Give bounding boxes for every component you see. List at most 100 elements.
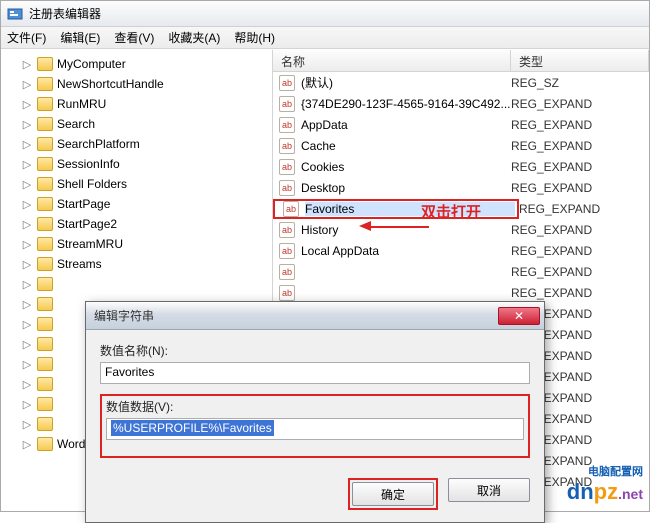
row-type: REG_EXPAND <box>511 265 592 279</box>
folder-icon <box>37 277 53 291</box>
tree-label: RunMRU <box>57 97 106 111</box>
string-value-icon: ab <box>279 285 295 301</box>
ok-highlight: 确定 <box>348 478 438 510</box>
value-data-highlight: 数值数据(V): %USERPROFILE%\Favorites <box>100 394 530 458</box>
expand-icon[interactable]: ▷ <box>21 358 33 371</box>
tree-item[interactable]: ▷ Search <box>1 114 272 134</box>
tree-item[interactable]: ▷ SessionInfo <box>1 154 272 174</box>
tree-label: NewShortcutHandle <box>57 77 164 91</box>
string-value-icon: ab <box>279 117 295 133</box>
folder-icon <box>37 377 53 391</box>
col-name[interactable]: 名称 <box>273 50 511 71</box>
col-type[interactable]: 类型 <box>511 50 649 71</box>
tree-item[interactable]: ▷ <box>1 274 272 294</box>
menu-view[interactable]: 查看(V) <box>114 29 154 46</box>
expand-icon[interactable]: ▷ <box>21 98 33 111</box>
expand-icon[interactable]: ▷ <box>21 218 33 231</box>
expand-icon[interactable]: ▷ <box>21 118 33 131</box>
tree-label: Shell Folders <box>57 177 127 191</box>
expand-icon[interactable]: ▷ <box>21 278 33 291</box>
menu-file[interactable]: 文件(F) <box>7 29 46 46</box>
list-row[interactable]: ab{374DE290-123F-4565-9164-39C492...REG_… <box>273 93 649 114</box>
expand-icon[interactable]: ▷ <box>21 418 33 431</box>
folder-icon <box>37 177 53 191</box>
string-value-icon: ab <box>279 243 295 259</box>
row-name: (默认) <box>301 74 511 91</box>
folder-icon <box>37 337 53 351</box>
expand-icon[interactable]: ▷ <box>21 238 33 251</box>
row-type: REG_EXPAND <box>511 286 592 300</box>
tree-item[interactable]: ▷ SearchPlatform <box>1 134 272 154</box>
row-type: REG_SZ <box>511 76 559 90</box>
window-titlebar: 注册表编辑器 <box>1 1 649 27</box>
tree-item[interactable]: ▷Streams <box>1 254 272 274</box>
tree-label: SearchPlatform <box>57 137 140 151</box>
list-row[interactable]: abCacheREG_EXPAND <box>273 135 649 156</box>
expand-icon[interactable]: ▷ <box>21 178 33 191</box>
ok-button[interactable]: 确定 <box>352 482 434 506</box>
cancel-button[interactable]: 取消 <box>448 478 530 502</box>
folder-icon <box>37 317 53 331</box>
folder-icon <box>37 437 53 451</box>
row-type: REG_EXPAND <box>511 97 592 111</box>
tree-item[interactable]: ▷ NewShortcutHandle <box>1 74 272 94</box>
dialog-buttons: 确定 取消 <box>86 472 544 522</box>
tree-item[interactable]: ▷ StreamMRU <box>1 234 272 254</box>
row-name: AppData <box>301 118 511 132</box>
dialog-title: 编辑字符串 <box>94 307 498 324</box>
expand-icon[interactable]: ▷ <box>21 198 33 211</box>
expand-icon[interactable]: ▷ <box>21 338 33 351</box>
list-row[interactable]: abCookiesREG_EXPAND <box>273 156 649 177</box>
row-name: {374DE290-123F-4565-9164-39C492... <box>301 97 511 111</box>
tree-label: StartPage2 <box>57 217 117 231</box>
favorites-highlight: abFavorites <box>273 199 519 219</box>
list-row[interactable]: abHistoryREG_EXPAND <box>273 219 649 240</box>
folder-icon <box>37 197 53 211</box>
expand-icon[interactable]: ▷ <box>21 438 33 451</box>
string-value-icon: ab <box>279 222 295 238</box>
watermark: 电脑配置网 dnpz.net <box>567 467 643 505</box>
expand-icon[interactable]: ▷ <box>21 318 33 331</box>
list-row[interactable]: ab REG_EXPAND <box>273 261 649 282</box>
tree-label: SessionInfo <box>57 157 120 171</box>
folder-icon <box>37 137 53 151</box>
list-header: 名称 类型 <box>273 50 649 72</box>
menu-favorites[interactable]: 收藏夹(A) <box>168 29 220 46</box>
dialog-titlebar[interactable]: 编辑字符串 ✕ <box>86 302 544 330</box>
value-data-input[interactable]: %USERPROFILE%\Favorites <box>106 418 524 440</box>
list-row[interactable]: ab(默认)REG_SZ <box>273 72 649 93</box>
string-value-icon: ab <box>279 138 295 154</box>
menu-help[interactable]: 帮助(H) <box>234 29 275 46</box>
expand-icon[interactable]: ▷ <box>21 398 33 411</box>
tree-label: StreamMRU <box>57 237 123 251</box>
list-row[interactable]: abDesktopREG_EXPAND <box>273 177 649 198</box>
expand-icon[interactable]: ▷ <box>21 298 33 311</box>
list-row[interactable]: abLocal AppDataREG_EXPAND <box>273 240 649 261</box>
edit-string-dialog: 编辑字符串 ✕ 数值名称(N): Favorites 数值数据(V): %USE… <box>85 301 545 523</box>
expand-icon[interactable]: ▷ <box>21 58 33 71</box>
close-button[interactable]: ✕ <box>498 307 540 325</box>
tree-item[interactable]: ▷ RunMRU <box>1 94 272 114</box>
value-name-input[interactable]: Favorites <box>100 362 530 384</box>
row-name: History <box>301 223 511 237</box>
expand-icon[interactable]: ▷ <box>21 378 33 391</box>
folder-icon <box>37 357 53 371</box>
row-name: Cache <box>301 139 511 153</box>
menu-edit[interactable]: 编辑(E) <box>60 29 100 46</box>
string-value-icon: ab <box>279 264 295 280</box>
expand-icon[interactable]: ▷ <box>21 258 33 271</box>
tree-item[interactable]: ▷ StartPage2 <box>1 214 272 234</box>
expand-icon[interactable]: ▷ <box>21 78 33 91</box>
tree-item[interactable]: ▷StartPage <box>1 194 272 214</box>
annotation-arrow <box>371 226 429 228</box>
tree-item[interactable]: ▷ Shell Folders <box>1 174 272 194</box>
expand-icon[interactable]: ▷ <box>21 158 33 171</box>
tree-item[interactable]: ▷MyComputer <box>1 54 272 74</box>
list-row[interactable]: ab REG_EXPAND <box>273 282 649 303</box>
expand-icon[interactable]: ▷ <box>21 138 33 151</box>
folder-icon <box>37 297 53 311</box>
tree-label: Search <box>57 117 95 131</box>
list-row[interactable]: abAppDataREG_EXPAND <box>273 114 649 135</box>
annotation-arrow-head <box>359 221 371 231</box>
folder-icon <box>37 57 53 71</box>
